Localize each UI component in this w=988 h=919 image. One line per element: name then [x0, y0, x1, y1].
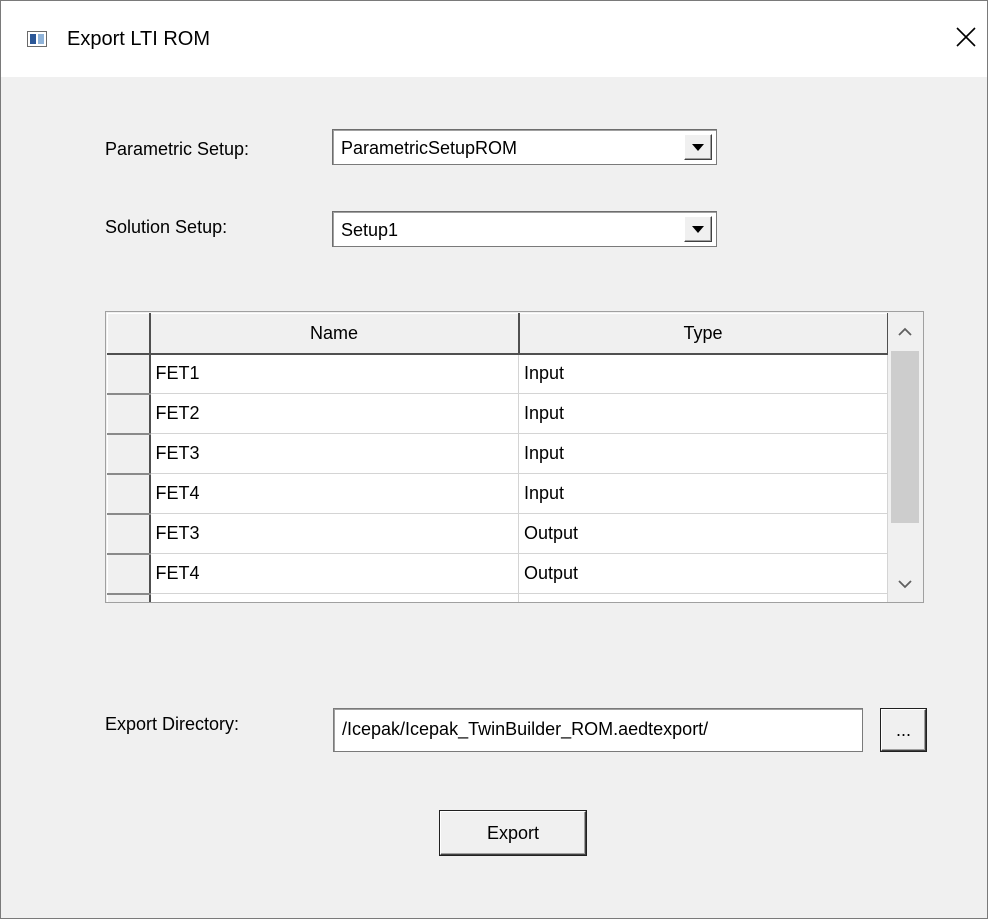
type-cell[interactable]: Input — [518, 473, 888, 514]
name-cell[interactable]: FET1 — [149, 353, 519, 394]
close-icon — [956, 27, 976, 47]
chevron-down-icon — [692, 143, 704, 151]
name-cell[interactable]: FET4 — [149, 553, 519, 594]
name-cell[interactable] — [149, 593, 519, 602]
parametric-setup-label: Parametric Setup: — [105, 139, 250, 159]
close-button[interactable] — [943, 17, 988, 57]
row-header[interactable] — [107, 353, 151, 395]
window-title: Export LTI ROM — [67, 28, 210, 50]
solution-setup-dropdown[interactable]: Setup1 — [332, 211, 717, 247]
type-cell[interactable]: Input — [518, 393, 888, 434]
type-cell[interactable]: Output — [518, 513, 888, 554]
scrollbar-thumb[interactable] — [891, 351, 919, 523]
export-directory-field[interactable] — [333, 708, 863, 752]
row-header[interactable] — [107, 473, 151, 515]
export-lti-rom-dialog: Export LTI ROM Parametric Setup: Paramet… — [0, 0, 988, 919]
chevron-up-icon — [898, 327, 912, 336]
solution-setup-value: Setup1 — [341, 220, 399, 240]
row-header[interactable] — [107, 553, 151, 595]
column-header-name[interactable]: Name — [149, 313, 520, 355]
type-cell[interactable]: Output — [518, 553, 888, 594]
column-header-type[interactable]: Type — [518, 313, 889, 355]
export-button[interactable]: Export — [440, 811, 586, 855]
export-directory-input[interactable] — [342, 719, 852, 740]
table-row[interactable]: FET4 Input — [107, 473, 888, 515]
corner-header[interactable] — [107, 313, 151, 355]
parametric-setup-dropdown-button[interactable] — [684, 134, 712, 160]
table-row[interactable] — [107, 593, 888, 602]
table-row[interactable]: FET3 Input — [107, 433, 888, 475]
scroll-down-button[interactable] — [888, 567, 922, 601]
parametric-setup-value: ParametricSetupROM — [341, 138, 518, 158]
vertical-scrollbar[interactable] — [888, 313, 922, 601]
variables-grid: Name Type FET1 Input FET2 Input FET3 Inp… — [105, 311, 924, 603]
scroll-up-button[interactable] — [888, 315, 922, 349]
type-cell[interactable] — [518, 593, 888, 602]
solution-setup-dropdown-button[interactable] — [684, 216, 712, 242]
table-row[interactable]: FET4 Output — [107, 553, 888, 595]
name-cell[interactable]: FET2 — [149, 393, 519, 434]
chevron-down-icon — [898, 580, 912, 589]
app-window-icon — [27, 31, 47, 47]
export-directory-label: Export Directory: — [105, 714, 240, 734]
chevron-down-icon — [692, 225, 704, 233]
variables-table: Name Type FET1 Input FET2 Input FET3 Inp… — [107, 313, 889, 602]
row-header[interactable] — [107, 593, 151, 602]
name-cell[interactable]: FET3 — [149, 513, 519, 554]
row-header[interactable] — [107, 433, 151, 475]
type-cell[interactable]: Input — [518, 433, 888, 474]
row-header[interactable] — [107, 513, 151, 555]
row-header[interactable] — [107, 393, 151, 435]
name-cell[interactable]: FET3 — [149, 433, 519, 474]
table-row[interactable]: FET1 Input — [107, 353, 888, 395]
table-row[interactable]: FET2 Input — [107, 393, 888, 435]
browse-button[interactable]: ... — [881, 709, 926, 751]
type-cell[interactable]: Input — [518, 353, 888, 394]
solution-setup-label: Solution Setup: — [105, 217, 228, 237]
table-row[interactable]: FET3 Output — [107, 513, 888, 555]
name-cell[interactable]: FET4 — [149, 473, 519, 514]
title-bar: Export LTI ROM — [1, 1, 987, 77]
parametric-setup-dropdown[interactable]: ParametricSetupROM — [332, 129, 717, 165]
